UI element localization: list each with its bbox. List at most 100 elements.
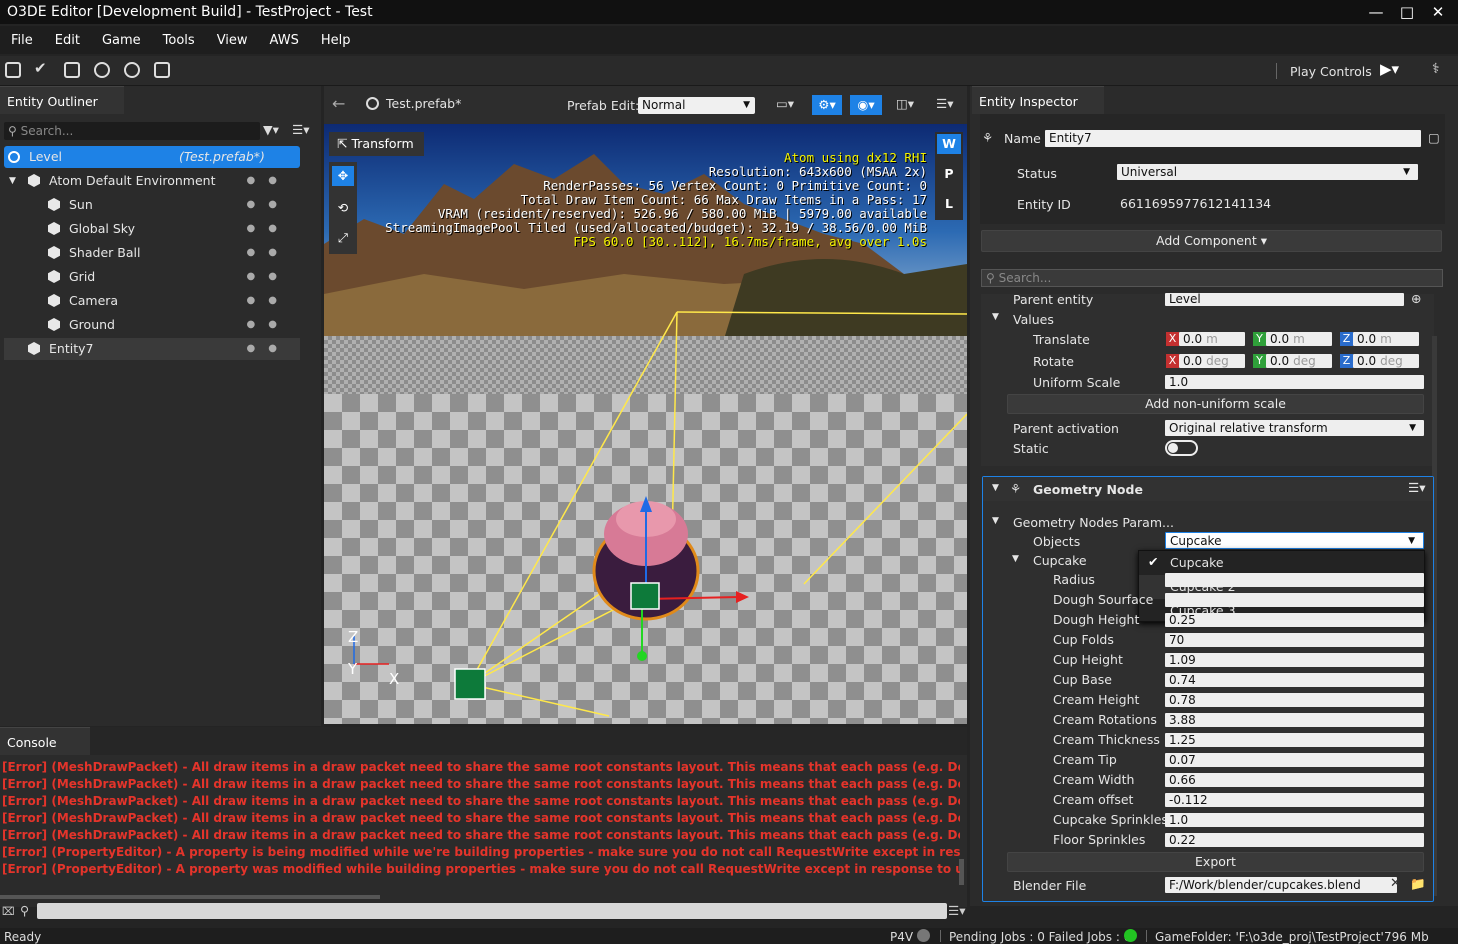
transform-mode-button[interactable]: ⇱ Transform — [329, 132, 424, 156]
param-input[interactable]: 70 — [1165, 633, 1424, 647]
run-icon[interactable]: ✔ — [34, 59, 50, 77]
menu-aws[interactable]: AWS — [259, 33, 310, 48]
expand-icon[interactable]: ▼ — [9, 170, 16, 192]
close-button[interactable]: ✕ — [1424, 0, 1452, 24]
back-arrow-icon[interactable]: ← — [332, 94, 345, 113]
p4v-status-icon[interactable] — [917, 929, 930, 942]
visibility-lock-icons[interactable]: ●● — [247, 338, 290, 360]
parent-entity-field[interactable]: Level — [1165, 293, 1404, 306]
menu-help[interactable]: Help — [310, 33, 362, 48]
outliner-search-input[interactable]: ⚲ Search... — [4, 122, 260, 140]
collapse-icon[interactable]: ▼ — [992, 516, 999, 526]
visibility-lock-icons[interactable]: ●● — [247, 170, 290, 192]
param-input[interactable] — [1165, 573, 1424, 587]
local-space-button[interactable]: L — [937, 194, 961, 214]
parent-activation-select[interactable]: Original relative transform ▼ — [1165, 420, 1424, 436]
document-icon[interactable] — [5, 62, 21, 78]
outliner-entity-row[interactable]: ▼ Atom Default Environment ●● — [4, 170, 300, 192]
menu-tools[interactable]: Tools — [152, 33, 206, 48]
param-input[interactable]: 0.66 — [1165, 773, 1424, 787]
viewport-tab-title[interactable]: Test.prefab* — [386, 96, 461, 111]
rotate-z-input[interactable]: 0.0 deg — [1353, 354, 1419, 368]
outliner-entity-row[interactable]: Global Sky ●● — [4, 218, 300, 240]
clear-console-icon[interactable]: ⌧ — [2, 905, 15, 918]
rotate-icon[interactable]: ⟲ — [332, 198, 354, 218]
param-input[interactable]: 0.07 — [1165, 753, 1424, 767]
parent-space-button[interactable]: P — [937, 164, 961, 184]
collapse-icon[interactable]: ▼ — [992, 483, 999, 493]
param-input[interactable]: 1.09 — [1165, 653, 1424, 667]
outliner-entity-row[interactable]: Entity7 ●● — [4, 338, 300, 360]
objects-select[interactable]: Cupcake ▼ — [1165, 532, 1424, 549]
menu-view[interactable]: View — [206, 33, 259, 48]
translate-x-input[interactable]: 0.0 m — [1179, 332, 1245, 346]
outliner-entity-row[interactable]: Ground ●● — [4, 314, 300, 336]
param-input[interactable]: 0.74 — [1165, 673, 1424, 687]
outliner-entity-row[interactable]: Camera ●● — [4, 290, 300, 312]
menu-edit[interactable]: Edit — [44, 33, 91, 48]
add-nonuniform-scale-button[interactable]: Add non-uniform scale — [1007, 394, 1424, 414]
target-icon[interactable]: ⊕ — [1411, 291, 1421, 306]
static-toggle[interactable] — [1165, 440, 1198, 456]
link-icon[interactable] — [94, 62, 110, 78]
scale-icon[interactable]: ⤢ — [332, 228, 354, 248]
console-command-input[interactable] — [37, 903, 947, 919]
rotate-x-input[interactable]: 0.0 deg — [1179, 354, 1245, 368]
clear-icon[interactable]: ✕ — [1390, 876, 1401, 891]
collapse-icon[interactable]: ▼ — [992, 312, 999, 322]
search-icon[interactable]: ⚲ — [20, 903, 29, 918]
edit-icon[interactable] — [64, 62, 80, 78]
param-input[interactable]: 1.0 — [1165, 813, 1424, 827]
graph-icon[interactable] — [124, 62, 140, 78]
component-search-input[interactable]: ⚲ Search... — [981, 269, 1443, 287]
viewport[interactable]: ⇱ Transform ✥ ⟲ ⤢ W P L Atom using dx12 … — [324, 124, 967, 724]
collapse-icon[interactable]: ▼ — [1012, 554, 1019, 564]
param-input[interactable]: 0.78 — [1165, 693, 1424, 707]
translate-y-input[interactable]: 0.0 m — [1266, 332, 1332, 346]
physics-icon[interactable]: ⚕ — [1432, 61, 1440, 77]
camera-icon[interactable]: ▭▾ — [776, 96, 794, 111]
layout-icon[interactable]: ◫▾ — [896, 96, 914, 111]
visibility-lock-icons[interactable]: ●● — [247, 218, 290, 240]
add-component-button[interactable]: Add Component ▾ — [981, 230, 1442, 252]
debug-icon[interactable]: ⚙▾ — [812, 95, 842, 115]
pin-icon[interactable]: ▢ — [1428, 130, 1440, 145]
export-button[interactable]: Export — [1007, 852, 1424, 872]
outliner-level-row[interactable]: Level (Test.prefab*) — [4, 146, 300, 168]
outliner-entity-row[interactable]: Sun ●● — [4, 194, 300, 216]
param-input[interactable]: 3.88 — [1165, 713, 1424, 727]
param-input[interactable]: -0.112 — [1165, 793, 1424, 807]
visibility-lock-icons[interactable]: ●● — [247, 290, 290, 312]
maximize-button[interactable]: □ — [1393, 0, 1421, 24]
visibility-lock-icons[interactable]: ●● — [247, 314, 290, 336]
component-menu-icon[interactable]: ☰▾ — [1408, 480, 1425, 495]
play-icon[interactable]: ▶▾ — [1380, 60, 1399, 78]
move-icon[interactable]: ✥ — [332, 166, 354, 186]
name-input[interactable]: Entity7 — [1045, 130, 1421, 147]
status-select[interactable]: Universal ▼ — [1117, 164, 1418, 180]
console-hscrollbar[interactable] — [0, 895, 380, 899]
world-space-button[interactable]: W — [937, 134, 961, 154]
outliner-entity-row[interactable]: Shader Ball ●● — [4, 242, 300, 264]
prefab-edit-select[interactable]: Normal ▼ — [638, 97, 755, 114]
tab-entity-outliner[interactable]: Entity Outliner — [0, 86, 124, 114]
param-input[interactable] — [1165, 593, 1424, 607]
visibility-lock-icons[interactable]: ●● — [247, 242, 290, 264]
tab-console[interactable]: Console — [0, 727, 90, 755]
menu-game[interactable]: Game — [91, 33, 152, 48]
minimize-button[interactable]: — — [1362, 0, 1390, 24]
visibility-lock-icons[interactable]: ●● — [247, 194, 290, 216]
blender-file-input[interactable]: F:/Work/blender/cupcakes.blend — [1165, 877, 1397, 893]
options-icon[interactable]: ☰▾ — [936, 96, 953, 111]
menu-file[interactable]: File — [0, 33, 44, 48]
dropdown-option[interactable]: ✔ Cupcake — [1139, 551, 1424, 575]
visibility-lock-icons[interactable]: ●● — [247, 266, 290, 288]
visibility-icon[interactable]: ◉▾ — [850, 95, 882, 115]
filter-icon[interactable]: ▼▾ — [263, 122, 279, 137]
param-input[interactable]: 0.25 — [1165, 613, 1424, 627]
tab-entity-inspector[interactable]: Entity Inspector — [972, 86, 1104, 114]
console-menu-icon[interactable]: ☰▾ — [948, 903, 965, 918]
param-input[interactable]: 0.22 — [1165, 833, 1424, 847]
uniform-scale-input[interactable]: 1.0 — [1165, 375, 1424, 389]
image-icon[interactable] — [154, 62, 170, 78]
